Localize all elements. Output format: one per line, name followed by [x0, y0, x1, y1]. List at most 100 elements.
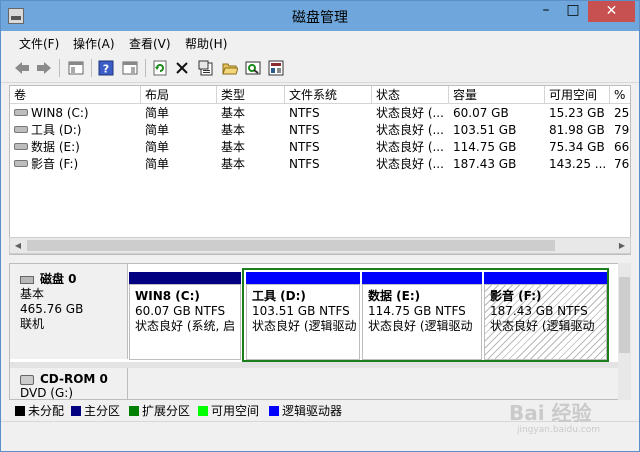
partition-status: 状态良好 (系统, 启: [135, 319, 236, 333]
watermark-sub: jingyan.baidu.com: [517, 425, 601, 435]
free-space-cell: 143.25 ...: [549, 157, 607, 171]
volume-list: 卷 布局 类型 文件系统 状态 容量 可用空间 % WIN8 (C:) 简单 基…: [9, 85, 631, 255]
scroll-right-icon[interactable]: ▶: [614, 238, 630, 253]
partition-status: 状态良好 (逻辑驱动: [252, 319, 357, 333]
refresh-icon[interactable]: [151, 59, 169, 77]
disk-type: 基本: [20, 287, 45, 301]
menu-help[interactable]: 帮助(H): [185, 35, 227, 52]
partition-name: 数据 (E:): [368, 289, 421, 303]
drive-icon: [14, 126, 28, 133]
partition-status: 状态良好 (逻辑驱动: [368, 319, 473, 333]
maximize-button[interactable]: □: [560, 1, 586, 22]
menu-action[interactable]: 操作(A): [73, 35, 115, 52]
partition-name: WIN8 (C:): [135, 289, 200, 303]
table-row[interactable]: 工具 (D:) 简单 基本 NTFS 状态良好 (... 103.51 GB 8…: [10, 122, 630, 139]
capacity-cell: 103.51 GB: [453, 123, 517, 137]
layout-cell: 简单: [145, 123, 170, 137]
open-folder-icon[interactable]: [221, 59, 239, 77]
minimize-button[interactable]: –: [532, 1, 560, 22]
free-space-cell: 81.98 GB: [549, 123, 605, 137]
partition-color-bar: [246, 272, 360, 284]
free-space-cell: 75.34 GB: [549, 140, 605, 154]
title-bar[interactable]: 磁盘管理 – □ ✕: [1, 1, 639, 31]
partition-d[interactable]: 工具 (D:) 103.51 GB NTFS 状态良好 (逻辑驱动: [246, 272, 360, 360]
col-header-volume[interactable]: 卷: [10, 86, 141, 104]
disk-0-label[interactable]: 磁盘 0 基本 465.76 GB 联机: [10, 264, 128, 359]
legend-item: 未分配: [15, 404, 64, 418]
cdrom-0-label[interactable]: CD-ROM 0 DVD (G:): [10, 368, 128, 400]
volume-name-text: 影音 (F:): [31, 157, 79, 171]
drive-icon: [14, 109, 28, 116]
legend-item: 逻辑驱动器: [269, 404, 342, 418]
legend-swatch-extended: [129, 405, 139, 416]
volume-name: 影音 (F:): [10, 156, 141, 173]
toolbar-separator: [59, 59, 60, 77]
vertical-scrollbar[interactable]: [618, 263, 631, 400]
status-cell: 状态良好 (...: [376, 106, 444, 120]
col-header-layout[interactable]: 布局: [141, 86, 217, 104]
partition-f-selected[interactable]: 影音 (F:) 187.43 GB NTFS 状态良好 (逻辑驱动: [484, 272, 607, 360]
table-row[interactable]: 数据 (E:) 简单 基本 NTFS 状态良好 (... 114.75 GB 7…: [10, 139, 630, 156]
legend-label: 未分配: [28, 404, 65, 418]
partition-body: 工具 (D:) 103.51 GB NTFS 状态良好 (逻辑驱动: [246, 284, 360, 360]
scroll-left-icon[interactable]: ◀: [10, 238, 26, 253]
watermark-text: Bai 经验: [509, 401, 592, 425]
partition-body: 数据 (E:) 114.75 GB NTFS 状态良好 (逻辑驱动: [362, 284, 482, 360]
properties-icon[interactable]: [197, 59, 215, 77]
filesystem-cell: NTFS: [289, 157, 320, 171]
help-icon[interactable]: ?: [97, 59, 115, 77]
volume-name: 工具 (D:): [10, 122, 141, 139]
partition-status: 状态良好 (逻辑驱动: [490, 319, 595, 333]
menu-view[interactable]: 查看(V): [129, 35, 171, 52]
volume-name: 数据 (E:): [10, 139, 141, 156]
legend-label: 逻辑驱动器: [282, 404, 343, 418]
disk-size: 465.76 GB: [20, 302, 84, 316]
back-arrow-icon[interactable]: [13, 59, 31, 77]
forward-arrow-icon[interactable]: [35, 59, 53, 77]
legend-swatch-logical: [269, 405, 279, 416]
col-header-status[interactable]: 状态: [372, 86, 449, 104]
baidu-jingyan-watermark: Bai 经验 jingyan.baidu.com: [509, 389, 639, 447]
menu-file[interactable]: 文件(F): [19, 35, 59, 52]
percent-cell: 66: [614, 140, 630, 154]
disk-state: 联机: [20, 317, 45, 331]
status-cell: 状态良好 (...: [376, 123, 444, 137]
explore-icon[interactable]: [244, 59, 262, 77]
partition-color-bar: [129, 272, 241, 284]
col-header-type[interactable]: 类型: [217, 86, 285, 104]
partition-size: 187.43 GB NTFS: [490, 304, 588, 318]
close-button[interactable]: ✕: [588, 1, 635, 22]
scroll-thumb[interactable]: [27, 240, 555, 251]
partition-body: 影音 (F:) 187.43 GB NTFS 状态良好 (逻辑驱动: [484, 284, 607, 360]
horizontal-scrollbar[interactable]: ◀ ▶: [9, 237, 631, 254]
volume-name: WIN8 (C:): [10, 105, 141, 122]
properties-view-icon[interactable]: [121, 59, 139, 77]
cdrom-drive: DVD (G:): [20, 386, 73, 400]
layout-cell: 简单: [145, 140, 170, 154]
drive-icon: [14, 160, 28, 167]
partition-size: 60.07 GB NTFS: [135, 304, 226, 318]
col-header-percent-free[interactable]: %: [610, 86, 630, 104]
settings-icon[interactable]: [267, 59, 285, 77]
col-header-free-space[interactable]: 可用空间: [545, 86, 610, 104]
partition-e[interactable]: 数据 (E:) 114.75 GB NTFS 状态良好 (逻辑驱动: [362, 272, 482, 360]
partition-c[interactable]: WIN8 (C:) 60.07 GB NTFS 状态良好 (系统, 启: [129, 272, 241, 360]
table-row[interactable]: 影音 (F:) 简单 基本 NTFS 状态良好 (... 187.43 GB 1…: [10, 156, 630, 173]
show-hide-console-icon[interactable]: [67, 59, 85, 77]
volume-name-text: 数据 (E:): [31, 140, 80, 154]
col-header-filesystem[interactable]: 文件系统: [285, 86, 372, 104]
cdrom-icon: [20, 374, 34, 385]
percent-cell: 25: [614, 106, 630, 120]
cdrom-name: CD-ROM 0: [40, 372, 108, 386]
capacity-cell: 114.75 GB: [453, 140, 517, 154]
svg-text:?: ?: [103, 63, 109, 76]
partition-name: 工具 (D:): [252, 289, 306, 303]
percent-cell: 79: [614, 123, 630, 137]
toolbar-separator: [145, 59, 146, 77]
scroll-thumb[interactable]: [619, 277, 630, 353]
legend-swatch-primary: [71, 405, 81, 416]
layout-cell: 简单: [145, 157, 170, 171]
table-row[interactable]: WIN8 (C:) 简单 基本 NTFS 状态良好 (... 60.07 GB …: [10, 105, 630, 122]
delete-icon[interactable]: [173, 59, 191, 77]
col-header-capacity[interactable]: 容量: [449, 86, 545, 104]
